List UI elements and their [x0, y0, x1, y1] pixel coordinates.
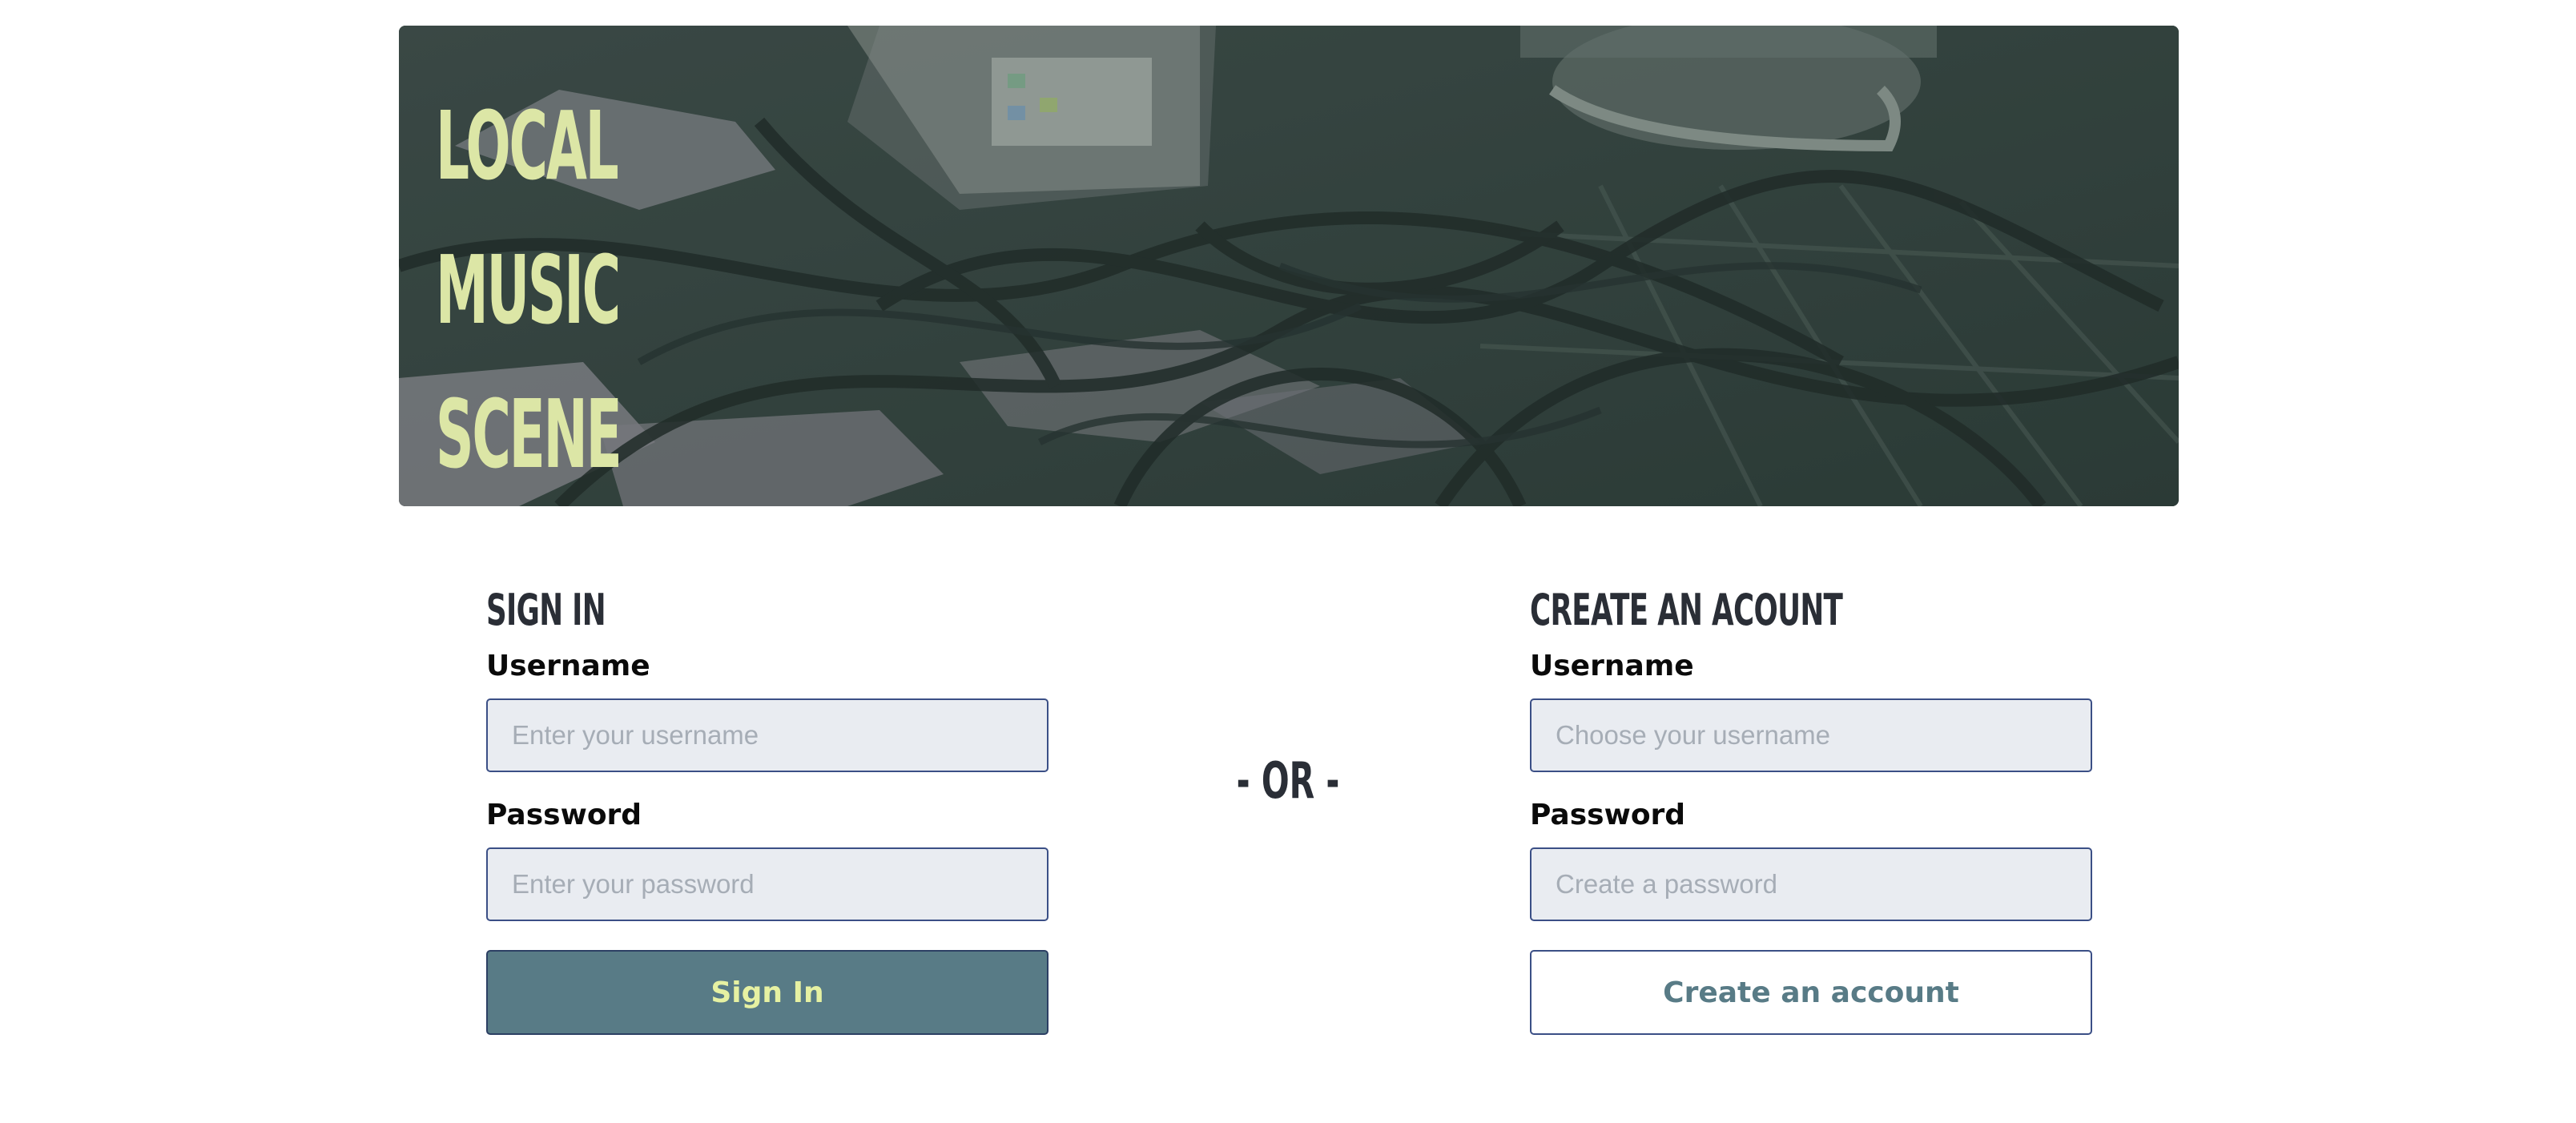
create-account-button[interactable]: Create an account [1530, 950, 2092, 1035]
create-account-heading: CREATE AN ACOUNT [1530, 585, 1843, 635]
or-divider-label: - OR - [1236, 751, 1340, 810]
create-account-username-input[interactable] [1530, 698, 2092, 772]
create-account-username-label: Username [1530, 650, 1694, 682]
site-title: LOCAL MUSIC SCENE [436, 74, 622, 506]
site-title-line-1: LOCAL [436, 91, 619, 201]
create-account-password-input[interactable] [1530, 847, 2092, 921]
hero-banner: LOCAL MUSIC SCENE [399, 26, 2179, 506]
sign-in-password-label: Password [486, 799, 642, 831]
sign-in-heading: SIGN IN [486, 585, 606, 635]
sign-in-password-input[interactable] [486, 847, 1049, 921]
login-page: LOCAL MUSIC SCENE SIGN IN Username Passw… [0, 0, 2576, 1123]
hero-background-image [399, 26, 2179, 506]
sign-in-button[interactable]: Sign In [486, 950, 1049, 1035]
sign-in-username-label: Username [486, 650, 650, 682]
site-title-line-2: MUSIC [436, 235, 621, 345]
sign-in-username-input[interactable] [486, 698, 1049, 772]
site-title-line-3: SCENE [436, 379, 622, 489]
create-account-password-label: Password [1530, 799, 1686, 831]
